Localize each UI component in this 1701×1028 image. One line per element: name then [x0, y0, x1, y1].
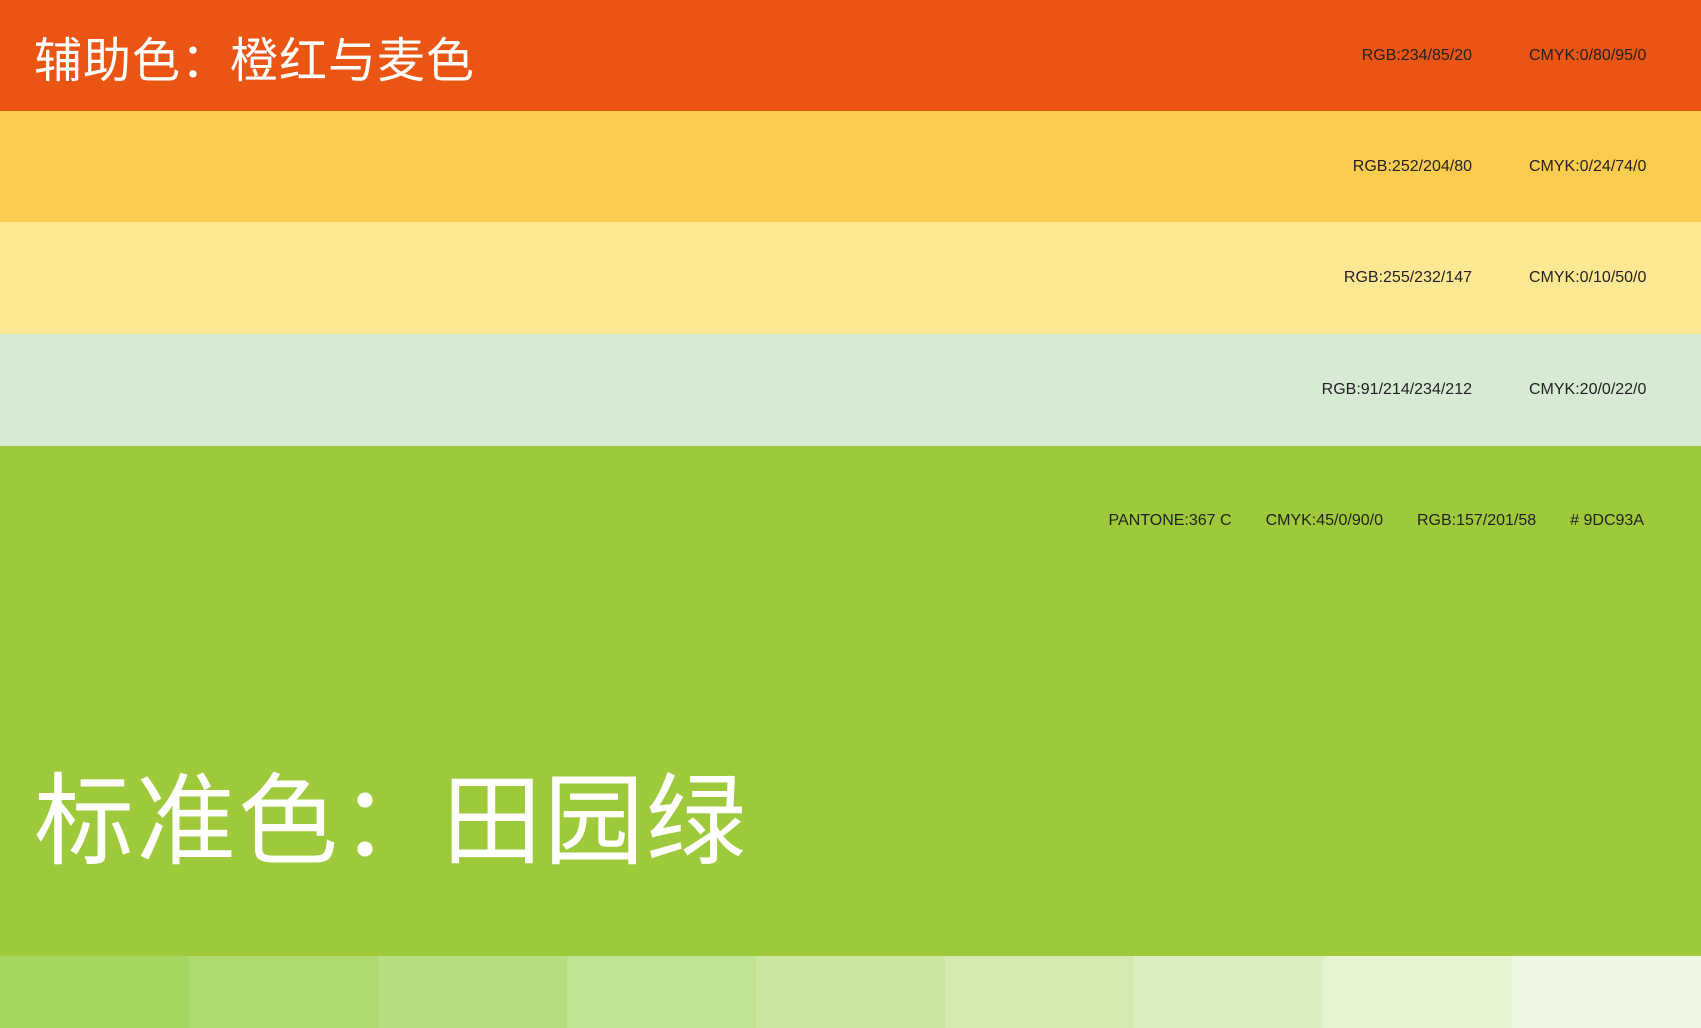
tint-swatch-5 [756, 956, 945, 1028]
cmyk-value: CMYK:0/10/50/0 [1529, 269, 1647, 286]
color-spec-sheet: 辅助色：橙红与麦色 RGB:234/85/20 CMYK:0/80/95/0 R… [0, 0, 1701, 1028]
standard-color-codes: PANTONE:367 C CMYK:45/0/90/0 RGB:157/201… [1109, 512, 1644, 530]
pantone-value: PANTONE:367 C [1108, 512, 1232, 529]
rgb-value: RGB:91/214/234/212 [1321, 381, 1472, 398]
tint-swatch-3 [378, 956, 567, 1028]
rgb-value: RGB:157/201/58 [1416, 512, 1537, 529]
accent-band-cream: RGB:255/232/147 CMYK:0/10/50/0 [0, 222, 1701, 334]
rgb-value: RGB:255/232/147 [1343, 269, 1472, 286]
cmyk-value: CMYK:45/0/90/0 [1265, 512, 1383, 529]
accent-title: 辅助色：橙红与麦色 [34, 32, 476, 89]
accent-codes-orange: RGB:234/85/20 CMYK:0/80/95/0 [1302, 0, 1647, 111]
cmyk-value: CMYK:0/24/74/0 [1529, 157, 1647, 175]
tint-swatch-7 [1134, 956, 1323, 1028]
hex-value: # 9DC93A [1570, 512, 1644, 529]
rgb-value: RGB:252/204/80 [1352, 157, 1472, 175]
standard-color-band: PANTONE:367 C CMYK:45/0/90/0 RGB:157/201… [0, 446, 1701, 956]
cmyk-value: CMYK:0/80/95/0 [1529, 46, 1647, 64]
accent-codes-yellow: RGB:252/204/80 CMYK:0/24/74/0 [1302, 111, 1647, 222]
rgb-value: RGB:234/85/20 [1361, 46, 1472, 64]
accent-band-yellow: RGB:252/204/80 CMYK:0/24/74/0 [0, 111, 1701, 222]
accent-band-mint: RGB:91/214/234/212 CMYK:20/0/22/0 [0, 334, 1701, 446]
tint-swatch-1 [0, 956, 189, 1028]
accent-band-orange: 辅助色：橙红与麦色 RGB:234/85/20 CMYK:0/80/95/0 [0, 0, 1701, 111]
tint-swatch-6 [945, 956, 1134, 1028]
accent-codes-mint: RGB:91/214/234/212 CMYK:20/0/22/0 [1302, 334, 1647, 446]
tint-swatch-2 [189, 956, 378, 1028]
cmyk-value: CMYK:20/0/22/0 [1529, 381, 1647, 398]
tint-swatch-9 [1512, 956, 1701, 1028]
accent-codes-cream: RGB:255/232/147 CMYK:0/10/50/0 [1302, 222, 1647, 334]
tint-strip [0, 956, 1701, 1028]
tint-swatch-4 [567, 956, 756, 1028]
tint-swatch-8 [1323, 956, 1512, 1028]
standard-title: 标准色：田园绿 [34, 763, 748, 880]
